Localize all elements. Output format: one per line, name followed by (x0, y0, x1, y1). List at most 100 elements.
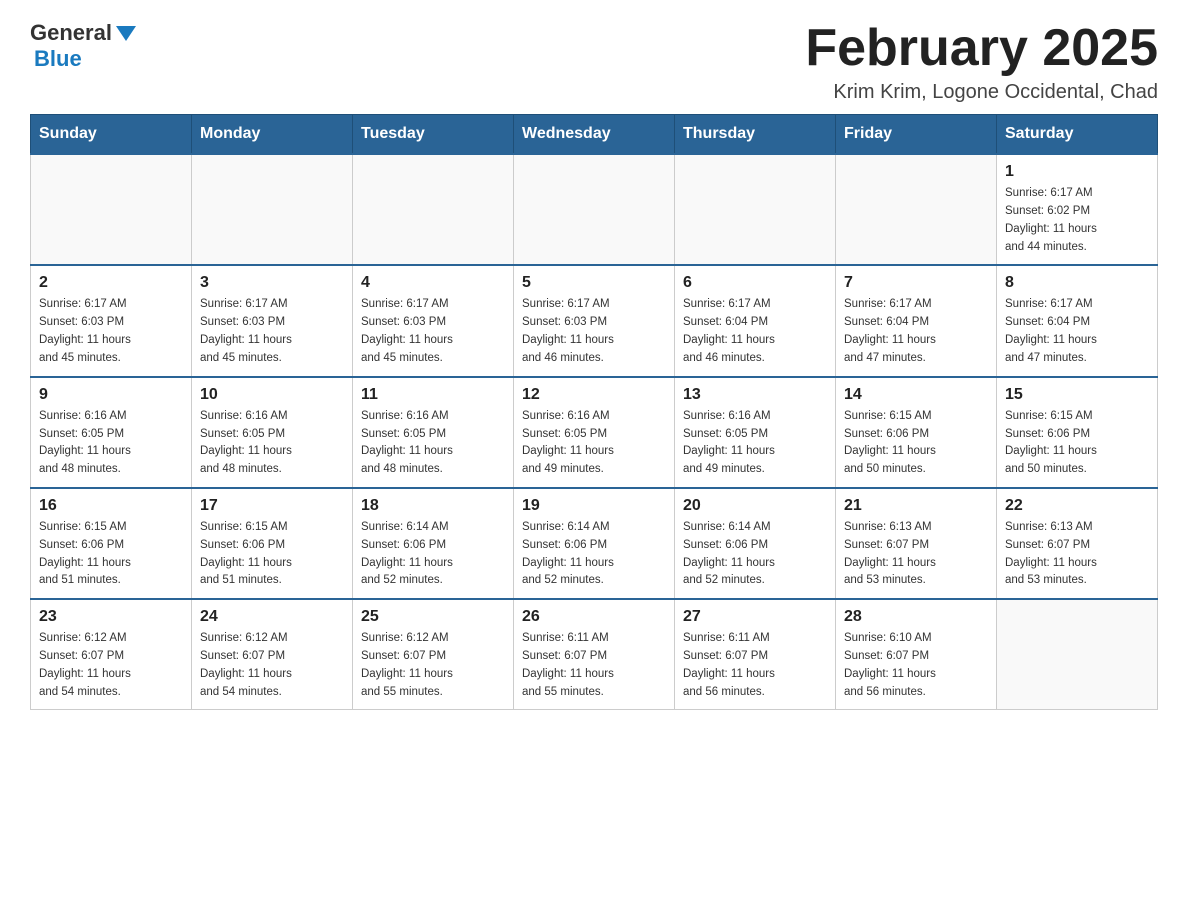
day-number: 15 (1005, 386, 1149, 404)
day-number: 4 (361, 274, 505, 292)
day-info: Sunrise: 6:17 AMSunset: 6:03 PMDaylight:… (200, 296, 344, 367)
weekday-header-wednesday: Wednesday (514, 115, 675, 155)
day-info: Sunrise: 6:14 AMSunset: 6:06 PMDaylight:… (361, 519, 505, 590)
calendar-cell (997, 599, 1158, 710)
weekday-header-saturday: Saturday (997, 115, 1158, 155)
page-header: General Blue February 2025 Krim Krim, Lo… (30, 20, 1158, 104)
day-number: 7 (844, 274, 988, 292)
calendar-cell: 2Sunrise: 6:17 AMSunset: 6:03 PMDaylight… (31, 265, 192, 376)
day-number: 25 (361, 608, 505, 626)
calendar-cell: 4 Sunrise: 6:17 AMSunset: 6:03 PMDaylight… (353, 265, 514, 376)
calendar-cell (31, 154, 192, 265)
week-row-5: 23 Sunrise: 6:12 AMSunset: 6:07 PMDayligh… (31, 599, 1158, 710)
calendar-cell: 16 Sunrise: 6:15 AMSunset: 6:06 PMDayligh… (31, 488, 192, 599)
day-info: Sunrise: 6:17 AMSunset: 6:03 PMDaylight:… (361, 296, 505, 367)
calendar-table: SundayMondayTuesdayWednesdayThursdayFrid… (30, 114, 1158, 710)
day-info: Sunrise: 6:12 AMSunset: 6:07 PMDaylight:… (39, 630, 183, 701)
calendar-cell: 18 Sunrise: 6:14 AMSunset: 6:06 PMDayligh… (353, 488, 514, 599)
day-number: 9 (39, 386, 183, 404)
day-number: 24 (200, 608, 344, 626)
day-number: 21 (844, 497, 988, 515)
day-number: 23 (39, 608, 183, 626)
day-info: Sunrise: 6:16 AMSunset: 6:05 PMDaylight:… (361, 408, 505, 479)
day-number: 22 (1005, 497, 1149, 515)
logo: General Blue (30, 20, 136, 72)
day-number: 2 (39, 274, 183, 292)
day-number: 12 (522, 386, 666, 404)
day-number: 3 (200, 274, 344, 292)
day-info: Sunrise: 6:10 AMSunset: 6:07 PMDaylight:… (844, 630, 988, 701)
calendar-cell: 27 Sunrise: 6:11 AMSunset: 6:07 PMDayligh… (675, 599, 836, 710)
day-number: 28 (844, 608, 988, 626)
logo-general: General (30, 20, 112, 46)
calendar-cell (353, 154, 514, 265)
title-block: February 2025 Krim Krim, Logone Occident… (805, 20, 1158, 104)
calendar-cell: 3 Sunrise: 6:17 AMSunset: 6:03 PMDaylight… (192, 265, 353, 376)
day-number: 27 (683, 608, 827, 626)
day-info: Sunrise: 6:14 AMSunset: 6:06 PMDaylight:… (683, 519, 827, 590)
calendar-cell: 1 Sunrise: 6:17 AMSunset: 6:02 PMDaylight… (997, 154, 1158, 265)
calendar-cell: 22 Sunrise: 6:13 AMSunset: 6:07 PMDayligh… (997, 488, 1158, 599)
calendar-title: February 2025 (805, 20, 1158, 77)
day-info: Sunrise: 6:13 AMSunset: 6:07 PMDaylight:… (844, 519, 988, 590)
day-number: 10 (200, 386, 344, 404)
calendar-cell: 21 Sunrise: 6:13 AMSunset: 6:07 PMDayligh… (836, 488, 997, 599)
calendar-subtitle: Krim Krim, Logone Occidental, Chad (805, 81, 1158, 104)
weekday-header-monday: Monday (192, 115, 353, 155)
day-number: 5 (522, 274, 666, 292)
calendar-cell (836, 154, 997, 265)
day-number: 19 (522, 497, 666, 515)
calendar-cell: 14 Sunrise: 6:15 AMSunset: 6:06 PMDayligh… (836, 377, 997, 488)
calendar-cell: 12 Sunrise: 6:16 AMSunset: 6:05 PMDayligh… (514, 377, 675, 488)
day-info: Sunrise: 6:15 AMSunset: 6:06 PMDaylight:… (39, 519, 183, 590)
week-row-4: 16 Sunrise: 6:15 AMSunset: 6:06 PMDayligh… (31, 488, 1158, 599)
day-number: 13 (683, 386, 827, 404)
calendar-cell: 17 Sunrise: 6:15 AMSunset: 6:06 PMDayligh… (192, 488, 353, 599)
day-info: Sunrise: 6:15 AMSunset: 6:06 PMDaylight:… (200, 519, 344, 590)
day-number: 17 (200, 497, 344, 515)
day-info: Sunrise: 6:16 AMSunset: 6:05 PMDaylight:… (522, 408, 666, 479)
day-info: Sunrise: 6:11 AMSunset: 6:07 PMDaylight:… (683, 630, 827, 701)
day-info: Sunrise: 6:16 AMSunset: 6:05 PMDaylight:… (200, 408, 344, 479)
weekday-header-friday: Friday (836, 115, 997, 155)
calendar-cell: 8Sunrise: 6:17 AMSunset: 6:04 PMDaylight… (997, 265, 1158, 376)
day-info: Sunrise: 6:12 AMSunset: 6:07 PMDaylight:… (361, 630, 505, 701)
day-info: Sunrise: 6:17 AMSunset: 6:04 PMDaylight:… (683, 296, 827, 367)
day-info: Sunrise: 6:17 AMSunset: 6:02 PMDaylight:… (1005, 185, 1149, 256)
calendar-cell: 10 Sunrise: 6:16 AMSunset: 6:05 PMDayligh… (192, 377, 353, 488)
weekday-header-thursday: Thursday (675, 115, 836, 155)
day-number: 16 (39, 497, 183, 515)
calendar-cell: 6 Sunrise: 6:17 AMSunset: 6:04 PMDaylight… (675, 265, 836, 376)
logo-blue: Blue (34, 46, 136, 72)
calendar-cell (675, 154, 836, 265)
day-number: 1 (1005, 163, 1149, 181)
day-info: Sunrise: 6:12 AMSunset: 6:07 PMDaylight:… (200, 630, 344, 701)
day-info: Sunrise: 6:13 AMSunset: 6:07 PMDaylight:… (1005, 519, 1149, 590)
day-info: Sunrise: 6:16 AMSunset: 6:05 PMDaylight:… (683, 408, 827, 479)
day-number: 6 (683, 274, 827, 292)
week-row-1: 1 Sunrise: 6:17 AMSunset: 6:02 PMDaylight… (31, 154, 1158, 265)
calendar-cell: 19Sunrise: 6:14 AMSunset: 6:06 PMDayligh… (514, 488, 675, 599)
day-info: Sunrise: 6:15 AMSunset: 6:06 PMDaylight:… (1005, 408, 1149, 479)
day-info: Sunrise: 6:15 AMSunset: 6:06 PMDaylight:… (844, 408, 988, 479)
day-number: 18 (361, 497, 505, 515)
day-number: 20 (683, 497, 827, 515)
calendar-cell: 28 Sunrise: 6:10 AMSunset: 6:07 PMDayligh… (836, 599, 997, 710)
calendar-cell: 24 Sunrise: 6:12 AMSunset: 6:07 PMDayligh… (192, 599, 353, 710)
calendar-cell: 7 Sunrise: 6:17 AMSunset: 6:04 PMDaylight… (836, 265, 997, 376)
calendar-cell: 26 Sunrise: 6:11 AMSunset: 6:07 PMDayligh… (514, 599, 675, 710)
calendar-cell: 23 Sunrise: 6:12 AMSunset: 6:07 PMDayligh… (31, 599, 192, 710)
day-info: Sunrise: 6:17 AMSunset: 6:04 PMDaylight:… (1005, 296, 1149, 367)
day-info: Sunrise: 6:16 AMSunset: 6:05 PMDaylight:… (39, 408, 183, 479)
day-number: 26 (522, 608, 666, 626)
week-row-3: 9 Sunrise: 6:16 AMSunset: 6:05 PMDaylight… (31, 377, 1158, 488)
calendar-cell: 15 Sunrise: 6:15 AMSunset: 6:06 PMDayligh… (997, 377, 1158, 488)
day-number: 14 (844, 386, 988, 404)
day-info: Sunrise: 6:17 AMSunset: 6:04 PMDaylight:… (844, 296, 988, 367)
day-number: 11 (361, 386, 505, 404)
calendar-cell: 20 Sunrise: 6:14 AMSunset: 6:06 PMDayligh… (675, 488, 836, 599)
calendar-cell: 13 Sunrise: 6:16 AMSunset: 6:05 PMDayligh… (675, 377, 836, 488)
calendar-cell: 25 Sunrise: 6:12 AMSunset: 6:07 PMDayligh… (353, 599, 514, 710)
weekday-header-row: SundayMondayTuesdayWednesdayThursdayFrid… (31, 115, 1158, 155)
day-info: Sunrise: 6:11 AMSunset: 6:07 PMDaylight:… (522, 630, 666, 701)
